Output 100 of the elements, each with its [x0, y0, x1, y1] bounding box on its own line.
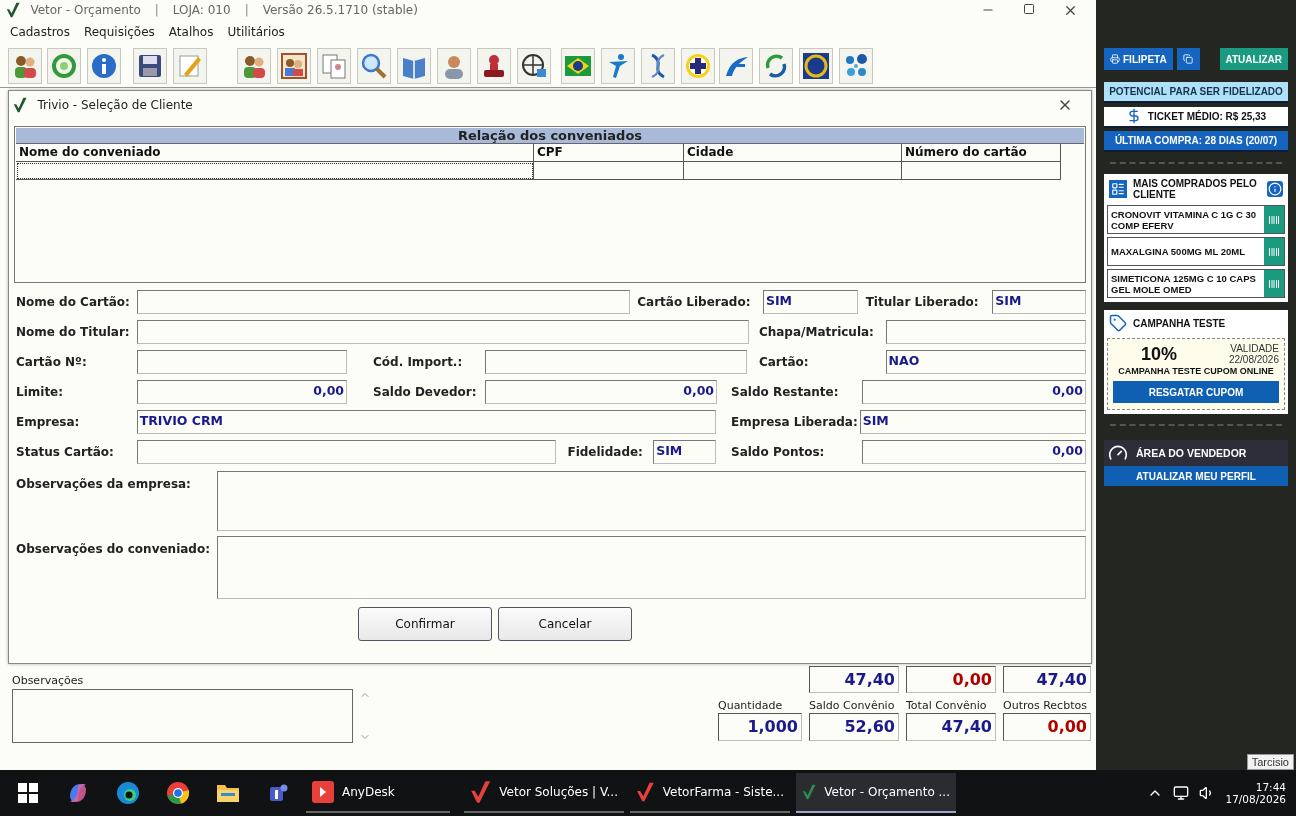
check-logo-icon [6, 2, 21, 18]
ticket-text: TICKET MÉDIO: R$ 25,33 [1147, 110, 1267, 122]
input-field[interactable]: 0,00 [484, 380, 718, 404]
tooltip: Tarcisio [1246, 754, 1294, 770]
check-logo-icon [470, 780, 492, 804]
input-field[interactable] [136, 320, 749, 344]
product-item[interactable]: CRONOVIT VITAMINA C 1G C 30 COMP EFERV [1107, 205, 1285, 234]
product-name: SIMETICONA 125MG C 10 CAPS GEL MOLE OMED [1110, 271, 1257, 297]
field-label: Nome do Titular: [16, 325, 131, 339]
check-logo-icon [13, 96, 28, 113]
field-label: Observações do conveniado: [16, 541, 211, 556]
taskbar-app[interactable]: Vetor Soluções | V... [464, 773, 624, 813]
window-title: LOJA: 010 [172, 3, 231, 17]
toolbar-button[interactable] [839, 47, 873, 84]
input-field[interactable] [136, 440, 557, 464]
input-field[interactable]: 0,00 [861, 440, 1086, 464]
menu-item[interactable]: Atalhos [168, 25, 214, 39]
search-icon [360, 51, 388, 80]
barcode-icon [1268, 213, 1280, 226]
toolbar-button[interactable] [641, 47, 675, 84]
recycle-icon [50, 51, 78, 80]
product-name: CRONOVIT VITAMINA C 1G C 30 COMP EFERV [1110, 207, 1258, 233]
redeem-button[interactable]: RESGATAR CUPOM [1113, 381, 1279, 403]
input-field[interactable]: SIM [762, 290, 858, 314]
toolbar-button[interactable] [237, 47, 271, 84]
field-label: Total Convênio [906, 699, 988, 713]
input-field[interactable]: NAO [885, 350, 1086, 374]
menu-item[interactable]: Requisições [83, 25, 155, 39]
input-field[interactable]: SIM [859, 410, 1086, 434]
product-name: MAXALGINA 500MG ML 20ML [1110, 245, 1247, 259]
toolbar-button[interactable] [277, 47, 311, 84]
input-field[interactable] [885, 320, 1086, 344]
browser-logo-icon [116, 781, 140, 805]
input-field[interactable] [136, 290, 631, 314]
list-icon [1109, 180, 1127, 198]
field-label: Titular Liberado: [865, 295, 980, 309]
network-icon[interactable] [1173, 785, 1190, 801]
browser-logo-icon [166, 781, 190, 805]
column-header: Cidade [684, 144, 902, 162]
copy-button[interactable] [1176, 48, 1200, 70]
add-button[interactable] [1264, 238, 1284, 265]
dialog-title: Trivio - Seleção de Cliente [37, 97, 193, 112]
field-label: Observações da empresa: [16, 476, 192, 491]
product-item[interactable]: SIMETICONA 125MG C 10 CAPS GEL MOLE OMED [1107, 269, 1285, 298]
gauge-icon [1108, 443, 1128, 463]
input-field[interactable]: 0,00 [136, 380, 348, 404]
print-button[interactable]: FILIPETA [1104, 48, 1173, 70]
input-field[interactable]: 0,00 [861, 380, 1086, 404]
menu-item[interactable]: Utilitários [227, 25, 285, 39]
profile-button[interactable]: ATUALIZAR MEU PERFIL [1104, 466, 1288, 486]
tag-icon [1109, 314, 1127, 332]
product-item[interactable]: MAXALGINA 500MG ML 20ML [1107, 237, 1285, 266]
total-field: 47,40 [906, 713, 996, 741]
cancel-button[interactable]: Cancelar [498, 607, 632, 641]
field-label: Cartão Liberado: [637, 295, 752, 309]
toolbar-button[interactable] [477, 47, 511, 84]
total-field: 0,00 [906, 666, 996, 693]
check-logo-icon [636, 780, 655, 804]
taskbar-app[interactable]: VetorFarma - Siste... [630, 773, 790, 813]
toolbar-button[interactable] [719, 47, 753, 84]
maximize-icon[interactable] [1023, 2, 1035, 15]
clock[interactable]: 17:44 17/08/2026 [1225, 781, 1286, 805]
input-field[interactable]: SIM [992, 290, 1087, 314]
toolbar-button[interactable] [133, 47, 167, 84]
last-purchase-text: ÚLTIMA COMPRA: 28 DIAS (20/07) [1114, 134, 1278, 146]
toolbar-button[interactable] [561, 47, 595, 84]
printer-icon [1110, 54, 1120, 64]
toolbar-button[interactable] [759, 47, 793, 84]
field-label: Saldo Convênio [809, 699, 896, 713]
anydesk-logo-icon [312, 781, 334, 803]
add-button[interactable] [1264, 206, 1284, 233]
menu-item[interactable]: Cadastros [10, 25, 70, 39]
total-field: 1,000 [718, 713, 802, 741]
column-header: Nome do conveniado [16, 144, 534, 162]
total-field: 52,60 [809, 713, 899, 741]
text-area[interactable] [12, 689, 353, 743]
taskbar-app[interactable]: AnyDesk [306, 773, 450, 813]
total-field: 0,00 [1003, 713, 1091, 741]
toolbar-button[interactable] [517, 47, 551, 84]
toolbar-button[interactable] [8, 47, 42, 84]
ring-icon [802, 51, 830, 80]
validity-label: VALIDADE [1230, 343, 1279, 354]
barcode-icon [1268, 245, 1280, 258]
framed-people-icon [280, 51, 308, 80]
toolbar-button[interactable] [681, 47, 715, 84]
confirm-button[interactable]: Confirmar [358, 607, 492, 641]
info-icon[interactable] [1267, 181, 1283, 197]
toolbar-button[interactable] [799, 47, 833, 84]
team-logo-icon [267, 782, 289, 804]
input-field[interactable] [136, 350, 348, 374]
taskbar-app[interactable]: Vetor - Orçamento ... [796, 773, 956, 813]
windows-logo-icon [18, 783, 38, 803]
input-field[interactable]: TRIVIO CRM [136, 410, 716, 434]
refresh-button[interactable]: ATUALIZAR [1219, 48, 1288, 70]
add-button[interactable] [1264, 270, 1284, 297]
field-label: Saldo Devedor: [373, 385, 478, 399]
copy-icon [1183, 54, 1194, 64]
field-label: Nome do Cartão: [16, 295, 131, 309]
input-field[interactable] [484, 350, 747, 374]
input-field[interactable]: SIM [653, 440, 716, 464]
